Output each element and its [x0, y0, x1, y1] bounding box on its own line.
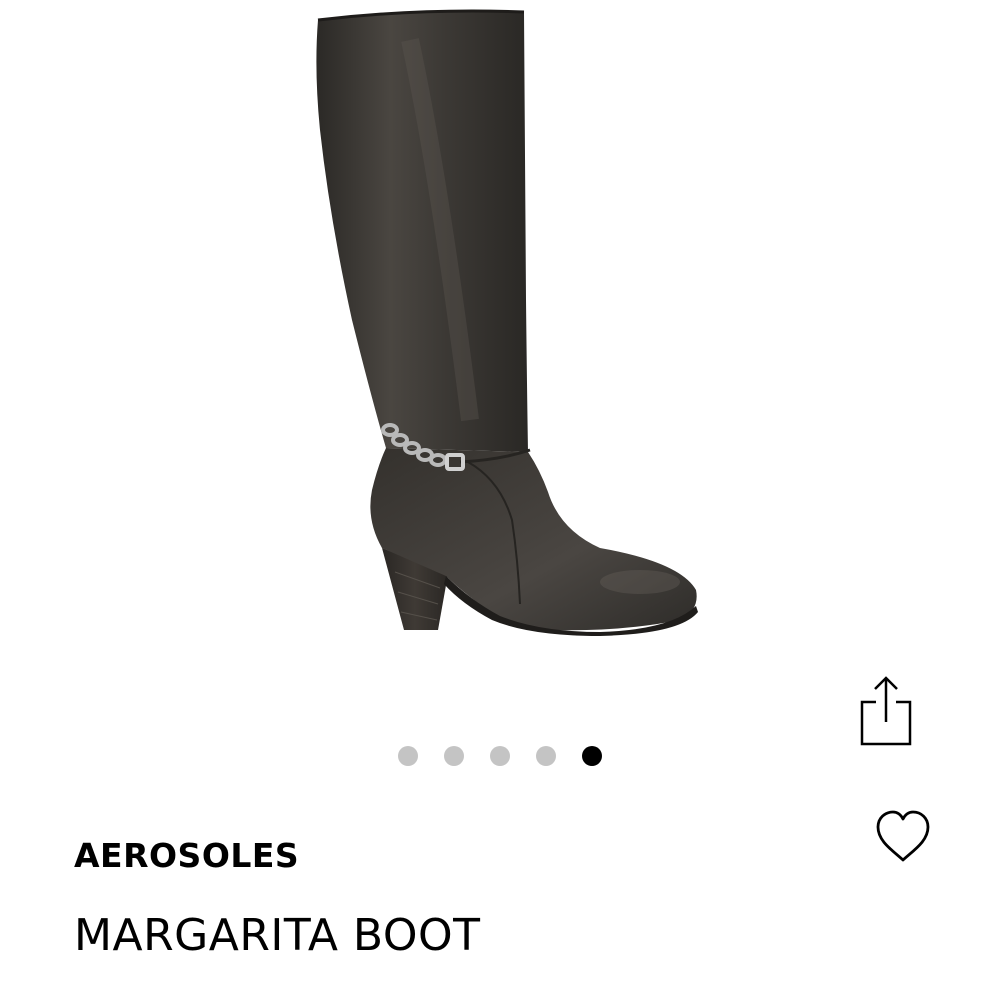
- brand-name[interactable]: AEROSOLES: [74, 836, 299, 875]
- carousel-dot-2[interactable]: [444, 746, 464, 766]
- carousel-dot-1[interactable]: [398, 746, 418, 766]
- product-title: MARGARITA BOOT: [74, 910, 481, 961]
- product-image[interactable]: [0, 0, 1000, 690]
- share-button[interactable]: [852, 670, 922, 754]
- carousel-dot-5[interactable]: [582, 746, 602, 766]
- carousel-dot-3[interactable]: [490, 746, 510, 766]
- share-icon: [860, 676, 912, 746]
- carousel-pagination: [398, 745, 602, 767]
- favorite-button[interactable]: [872, 808, 934, 866]
- boot-icon: [316, 9, 698, 636]
- heart-icon: [876, 810, 930, 862]
- carousel-dot-4[interactable]: [536, 746, 556, 766]
